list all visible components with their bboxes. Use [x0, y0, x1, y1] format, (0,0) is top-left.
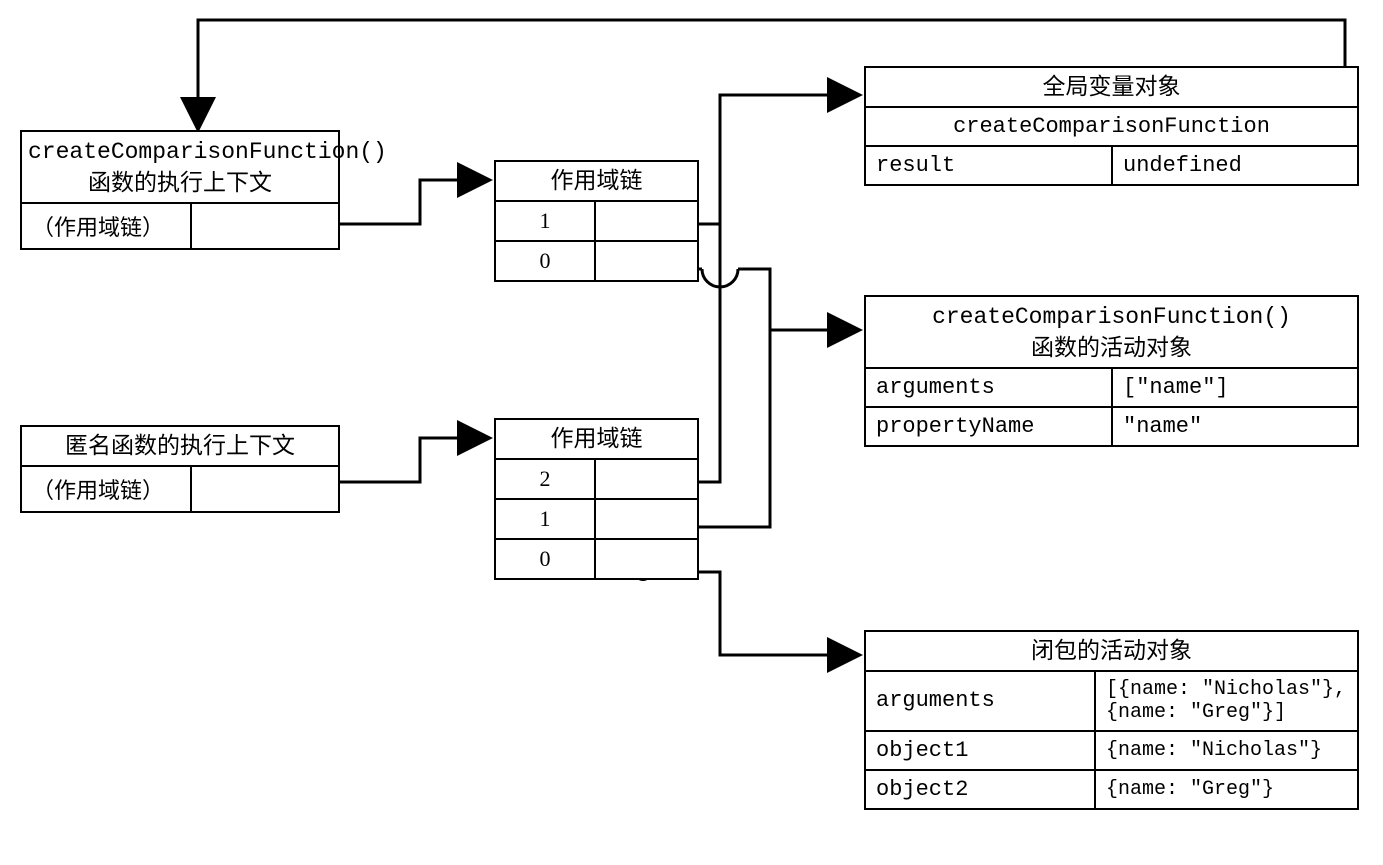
- global-result-val: undefined: [1113, 147, 1357, 184]
- global-variable-object: 全局变量对象 createComparisonFunction result u…: [864, 66, 1359, 186]
- chain2-title: 作用域链: [496, 420, 697, 460]
- ctx1-title-line1: createComparisonFunction(): [28, 139, 387, 165]
- act1-title-line2: 函数的活动对象: [1031, 335, 1192, 360]
- act1-title-line1: createComparisonFunction(): [932, 304, 1291, 330]
- chain2-ref-1: [596, 500, 697, 538]
- ctx2-scope-ref: [192, 467, 338, 511]
- scope-chain-1: 作用域链 1 0: [494, 160, 699, 282]
- act1-args-key: arguments: [866, 369, 1113, 406]
- act1-args-val: ["name"]: [1113, 369, 1357, 406]
- execution-context-1: createComparisonFunction() 函数的执行上下文 （作用域…: [20, 130, 340, 250]
- chain2-idx-0: 2: [496, 460, 596, 498]
- ctx1-title: createComparisonFunction() 函数的执行上下文: [22, 132, 338, 204]
- chain1-idx-0: 1: [496, 202, 596, 240]
- global-result-key: result: [866, 147, 1113, 184]
- execution-context-2: 匿名函数的执行上下文 （作用域链）: [20, 425, 340, 513]
- ctx2-scope-label: （作用域链）: [22, 467, 192, 511]
- ctx1-scope-label: （作用域链）: [22, 204, 192, 248]
- chain1-title: 作用域链: [496, 162, 697, 202]
- chain2-idx-2: 0: [496, 540, 596, 578]
- global-ccf-key: createComparisonFunction: [866, 108, 1357, 145]
- closure-args-val: [{name: "Nicholas"}, {name: "Greg"}]: [1096, 672, 1357, 730]
- ctx1-scope-ref: [192, 204, 338, 248]
- closure-obj1-key: object1: [866, 732, 1096, 769]
- ctx2-title: 匿名函数的执行上下文: [22, 427, 338, 467]
- closure-title: 闭包的活动对象: [866, 632, 1357, 672]
- chain1-ref-1: [596, 242, 697, 280]
- activation-object-ccf: createComparisonFunction() 函数的活动对象 argum…: [864, 295, 1359, 447]
- ctx1-title-line2: 函数的执行上下文: [88, 170, 272, 195]
- act1-prop-val: "name": [1113, 408, 1357, 445]
- chain1-ref-0: [596, 202, 697, 240]
- closure-obj2-val: {name: "Greg"}: [1096, 771, 1357, 808]
- closure-activation-object: 闭包的活动对象 arguments [{name: "Nicholas"}, {…: [864, 630, 1359, 810]
- chain1-idx-1: 0: [496, 242, 596, 280]
- closure-args-key: arguments: [866, 672, 1096, 730]
- act1-title: createComparisonFunction() 函数的活动对象: [866, 297, 1357, 369]
- closure-obj1-val: {name: "Nicholas"}: [1096, 732, 1357, 769]
- chain2-ref-0: [596, 460, 697, 498]
- closure-obj2-key: object2: [866, 771, 1096, 808]
- chain2-ref-2: [596, 540, 697, 578]
- act1-prop-key: propertyName: [866, 408, 1113, 445]
- scope-chain-2: 作用域链 2 1 0: [494, 418, 699, 580]
- chain2-idx-1: 1: [496, 500, 596, 538]
- global-title: 全局变量对象: [866, 68, 1357, 108]
